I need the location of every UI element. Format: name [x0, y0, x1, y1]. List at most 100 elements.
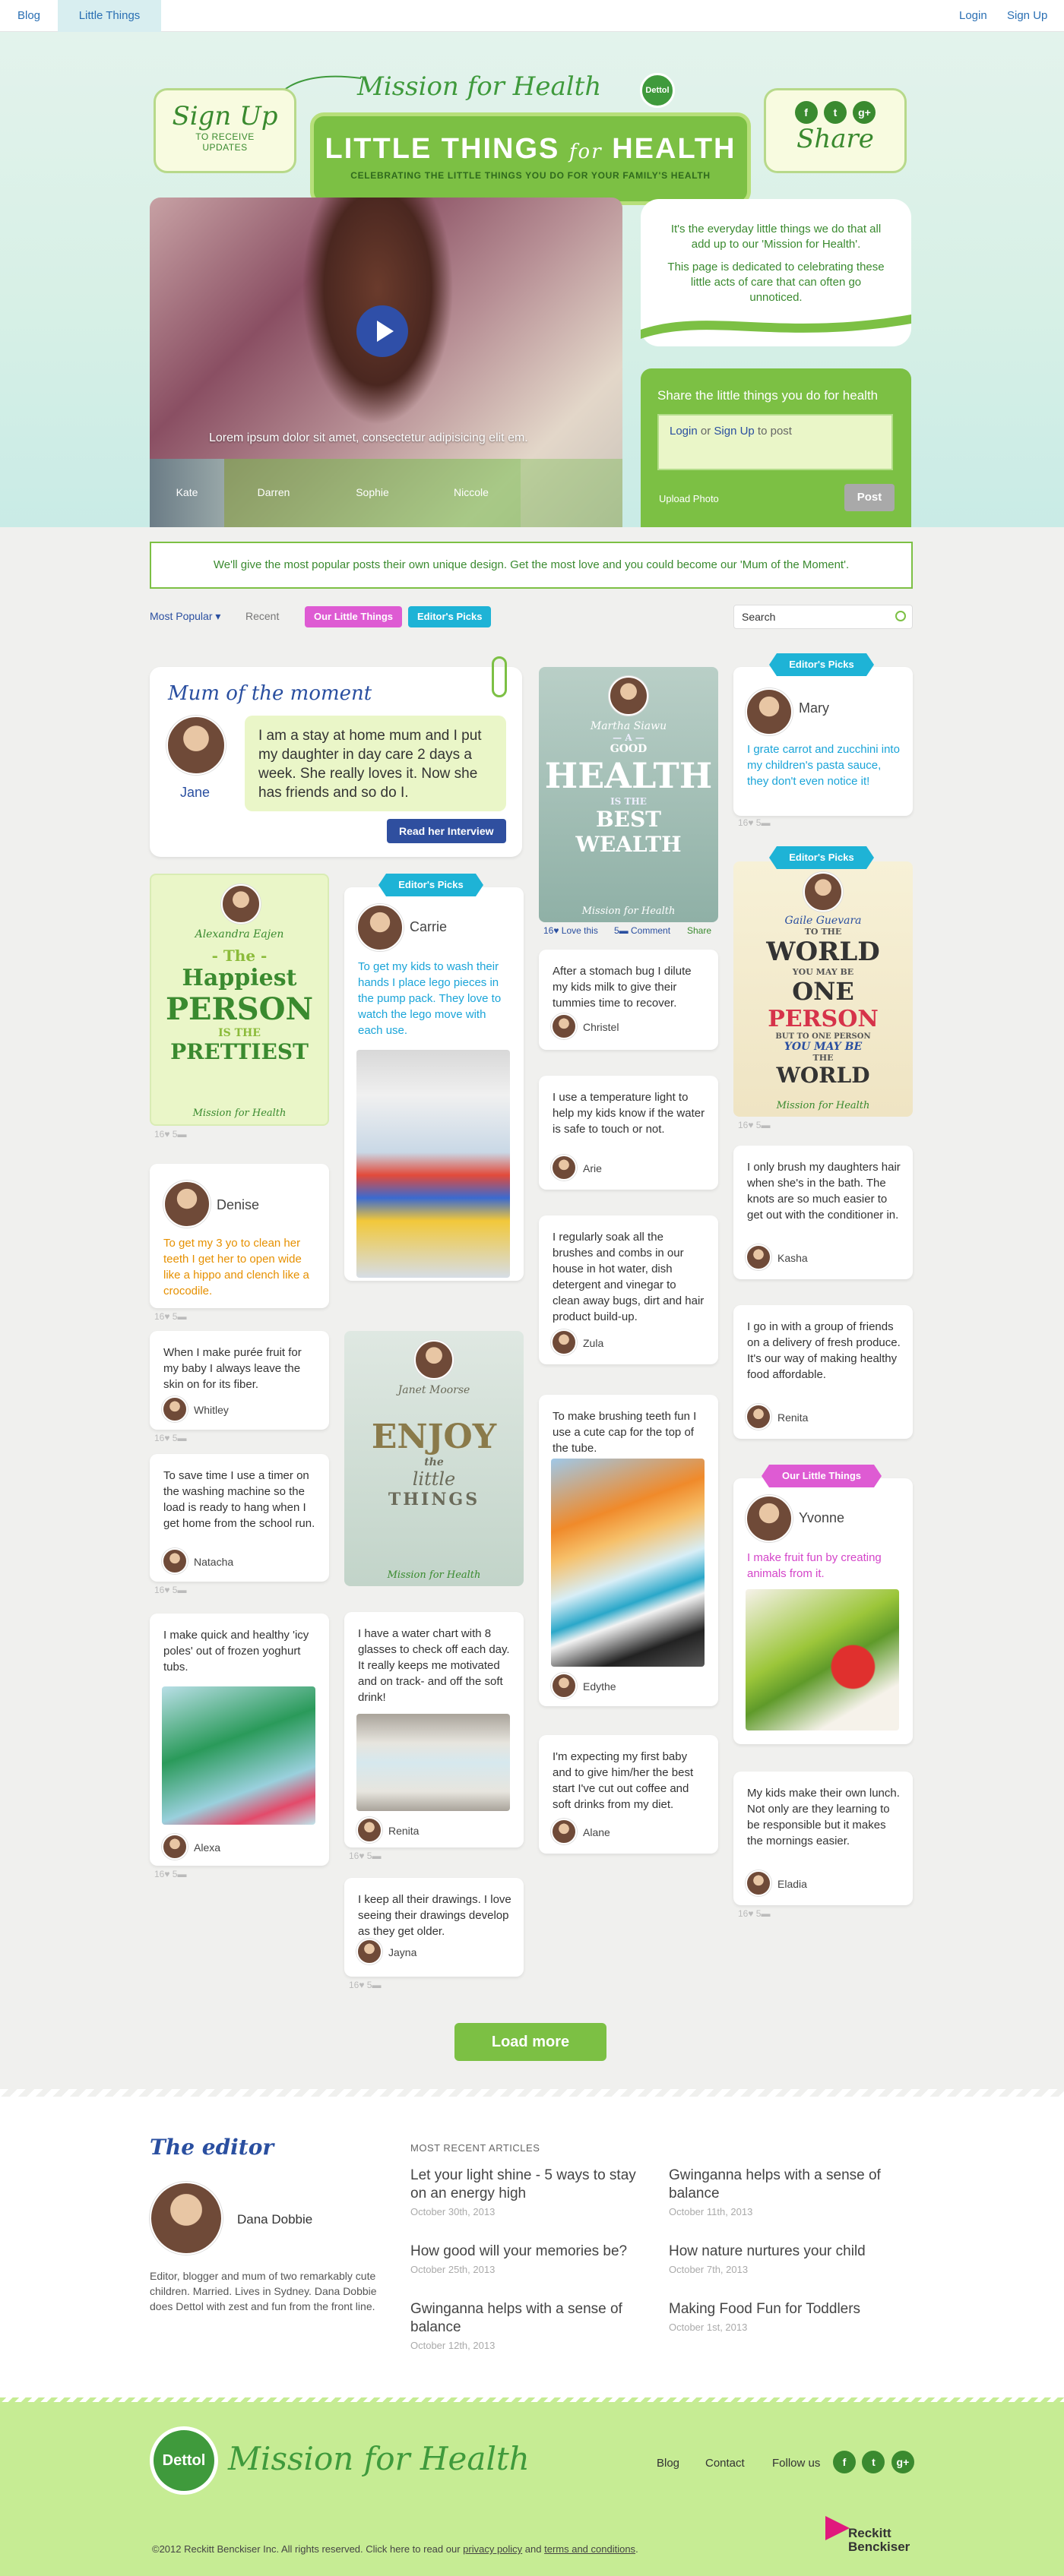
share-signup-link[interactable]: Sign Up — [714, 425, 754, 438]
love-this-button[interactable]: 16♥ Love this — [543, 925, 598, 936]
post-card-christel[interactable]: After a stomach bug I dilute my kids mil… — [539, 950, 718, 1050]
share-badge: f t g+ Share — [764, 88, 907, 173]
avatar — [356, 1939, 382, 1964]
share-button[interactable]: Share — [687, 925, 711, 936]
search-placeholder: Search — [742, 611, 776, 623]
video-thumb-kate[interactable]: Kate — [150, 459, 224, 527]
post-author: Kasha — [777, 1252, 808, 1264]
search-input[interactable]: Search — [733, 605, 913, 629]
post-stats[interactable]: 16♥ 5▬ — [154, 1585, 186, 1595]
upload-photo-link[interactable]: Upload Photo — [659, 493, 719, 504]
post-card-arie[interactable]: I use a temperature light to help my kid… — [539, 1076, 718, 1190]
terms-link[interactable]: terms and conditions — [544, 2543, 635, 2555]
video-thumb-niccole[interactable]: Niccole — [422, 459, 521, 527]
play-icon[interactable] — [356, 305, 408, 357]
post-stats[interactable]: 16♥ 5▬ — [349, 1851, 381, 1861]
read-interview-button[interactable]: Read her Interview — [387, 819, 506, 843]
post-card-alexa[interactable]: I make quick and healthy 'icy poles' out… — [150, 1614, 329, 1866]
editors-picks-filter[interactable]: Editor's Picks — [408, 606, 492, 627]
video-thumb-sophie[interactable]: Sophie — [323, 459, 422, 527]
poster-card-health[interactable]: Martha Siawu — A — GOOD HEALTH IS THE BE… — [539, 667, 718, 922]
avatar — [609, 676, 648, 716]
share-login-link[interactable]: Login — [670, 425, 698, 438]
copyright: ©2012 Reckitt Benckiser Inc. All rights … — [152, 2543, 638, 2555]
post-stats[interactable]: 16♥ 5▬ — [154, 1129, 186, 1139]
search-icon[interactable] — [895, 611, 906, 621]
poster-line: HEALTH — [544, 755, 713, 796]
nav-little-things-link[interactable]: Little Things — [58, 0, 161, 32]
poster-line: THE — [812, 1053, 834, 1063]
post-author: Renita — [777, 1411, 809, 1424]
post-card-mary[interactable]: Mary I grate carrot and zucchini into my… — [733, 667, 913, 816]
post-card-natacha[interactable]: To save time I use a timer on the washin… — [150, 1454, 329, 1582]
post-text: I make fruit fun by creating animals fro… — [747, 1551, 882, 1580]
twitter-icon[interactable]: t — [862, 2451, 885, 2473]
post-author: Alexa — [194, 1841, 221, 1854]
article-link[interactable]: Let your light shine - 5 ways to stay on… — [410, 2167, 638, 2203]
post-card-edythe[interactable]: To make brushing teeth fun I use a cute … — [539, 1395, 718, 1706]
post-stats[interactable]: 16♥ 5▬ — [738, 1908, 770, 1919]
privacy-policy-link[interactable]: privacy policy — [463, 2543, 522, 2555]
article-link[interactable]: Making Food Fun for Toddlers — [669, 2300, 897, 2318]
post-card-yvonne[interactable]: Yvonne I make fruit fun by creating anim… — [733, 1478, 913, 1744]
editors-picks-ribbon: Editor's Picks — [769, 653, 874, 676]
nav-login-link[interactable]: Login — [959, 0, 987, 32]
post-author: Carrie — [410, 919, 448, 934]
poster-footer: Mission for Health — [192, 1108, 287, 1119]
most-popular-dropdown[interactable]: Most Popular ▾ — [150, 610, 220, 623]
video-thumbs: Kate Darren Sophie Niccole — [150, 459, 622, 527]
post-stats[interactable]: 16♥ 5▬ — [154, 1869, 186, 1879]
post-card-carrie[interactable]: Carrie To get my kids to wash their hand… — [344, 887, 524, 1281]
google-plus-icon[interactable]: g+ — [891, 2451, 914, 2473]
our-little-things-filter[interactable]: Our Little Things — [305, 606, 402, 627]
post-stats[interactable]: 16♥ 5▬ — [154, 1433, 186, 1443]
post-text: After a stomach bug I dilute my kids mil… — [553, 965, 692, 1010]
recent-filter[interactable]: Recent — [245, 610, 279, 622]
video-thumb-more[interactable] — [521, 459, 622, 527]
poster-line: PRETTIEST — [170, 1039, 309, 1064]
footer-blog-link[interactable]: Blog — [657, 2457, 679, 2470]
post-card-eladia[interactable]: My kids make their own lunch. Not only a… — [733, 1772, 913, 1905]
facebook-icon[interactable]: f — [794, 101, 818, 124]
footer-contact-link[interactable]: Contact — [705, 2457, 745, 2470]
poster-line: IS THE — [610, 796, 647, 807]
load-more-button[interactable]: Load more — [454, 2023, 606, 2061]
post-text: To get my kids to wash their hands I pla… — [358, 960, 502, 1037]
video-thumb-darren[interactable]: Darren — [224, 459, 323, 527]
post-card-renita-water[interactable]: I have a water chart with 8 glasses to c… — [344, 1612, 524, 1847]
post-card-renita-produce[interactable]: I go in with a group of friends on a del… — [733, 1305, 913, 1439]
post-author: Christel — [583, 1021, 619, 1033]
facebook-icon[interactable]: f — [833, 2451, 856, 2473]
twitter-icon[interactable]: t — [824, 101, 847, 124]
google-plus-icon[interactable]: g+ — [853, 101, 876, 124]
post-card-whitley[interactable]: When I make purée fruit for my baby I al… — [150, 1331, 329, 1430]
comment-button[interactable]: 5▬ Comment — [614, 925, 670, 936]
poster-card-happiest[interactable]: Alexandra Eajen - The - Happiest PERSON … — [150, 874, 329, 1126]
featured-video[interactable]: Lorem ipsum dolor sit amet, consectetur … — [150, 198, 622, 527]
poster-line: GOOD — [610, 743, 648, 755]
signup-badge[interactable]: Sign Up TO RECEIVE UPDATES — [154, 88, 296, 173]
article-link[interactable]: How good will your memories be? — [410, 2243, 638, 2261]
banner-subtitle: CELEBRATING THE LITTLE THINGS YOU DO FOR… — [350, 170, 711, 181]
article-date: October 25th, 2013 — [410, 2264, 496, 2275]
poster-line: BUT TO ONE PERSON — [775, 1032, 871, 1041]
post-card-zula[interactable]: I regularly soak all the brushes and com… — [539, 1215, 718, 1364]
article-link[interactable]: Gwinganna helps with a sense of balance — [669, 2167, 897, 2203]
post-stats[interactable]: 16♥ 5▬ — [738, 817, 770, 828]
post-stats[interactable]: 16♥ 5▬ — [738, 1120, 770, 1130]
post-stats[interactable]: 16♥ 5▬ — [349, 1980, 381, 1990]
post-card-denise[interactable]: Denise To get my 3 yo to clean her teeth… — [150, 1164, 329, 1308]
nav-signup-link[interactable]: Sign Up — [1007, 0, 1047, 32]
post-stats[interactable]: 16♥ 5▬ — [154, 1311, 186, 1322]
article-link[interactable]: Gwinganna helps with a sense of balance — [410, 2300, 638, 2337]
nav-blog-link[interactable]: Blog — [0, 0, 58, 32]
poster-card-world[interactable]: Gaile Guevara TO THE WORLD YOU MAY BE ON… — [733, 861, 913, 1117]
article-link[interactable]: How nature nurtures your child — [669, 2243, 897, 2261]
avatar — [166, 716, 226, 775]
poster-card-enjoy[interactable]: Janet Moorse ENJOY the little THINGS Mis… — [344, 1331, 524, 1586]
post-card-kasha[interactable]: I only brush my daughters hair when she'… — [733, 1146, 913, 1279]
post-card-jayna[interactable]: I keep all their drawings. I love seeing… — [344, 1878, 524, 1977]
share-input[interactable]: Login or Sign Up to post — [657, 414, 893, 470]
post-button[interactable]: Post — [844, 484, 895, 511]
post-card-alane[interactable]: I'm expecting my first baby and to give … — [539, 1735, 718, 1854]
